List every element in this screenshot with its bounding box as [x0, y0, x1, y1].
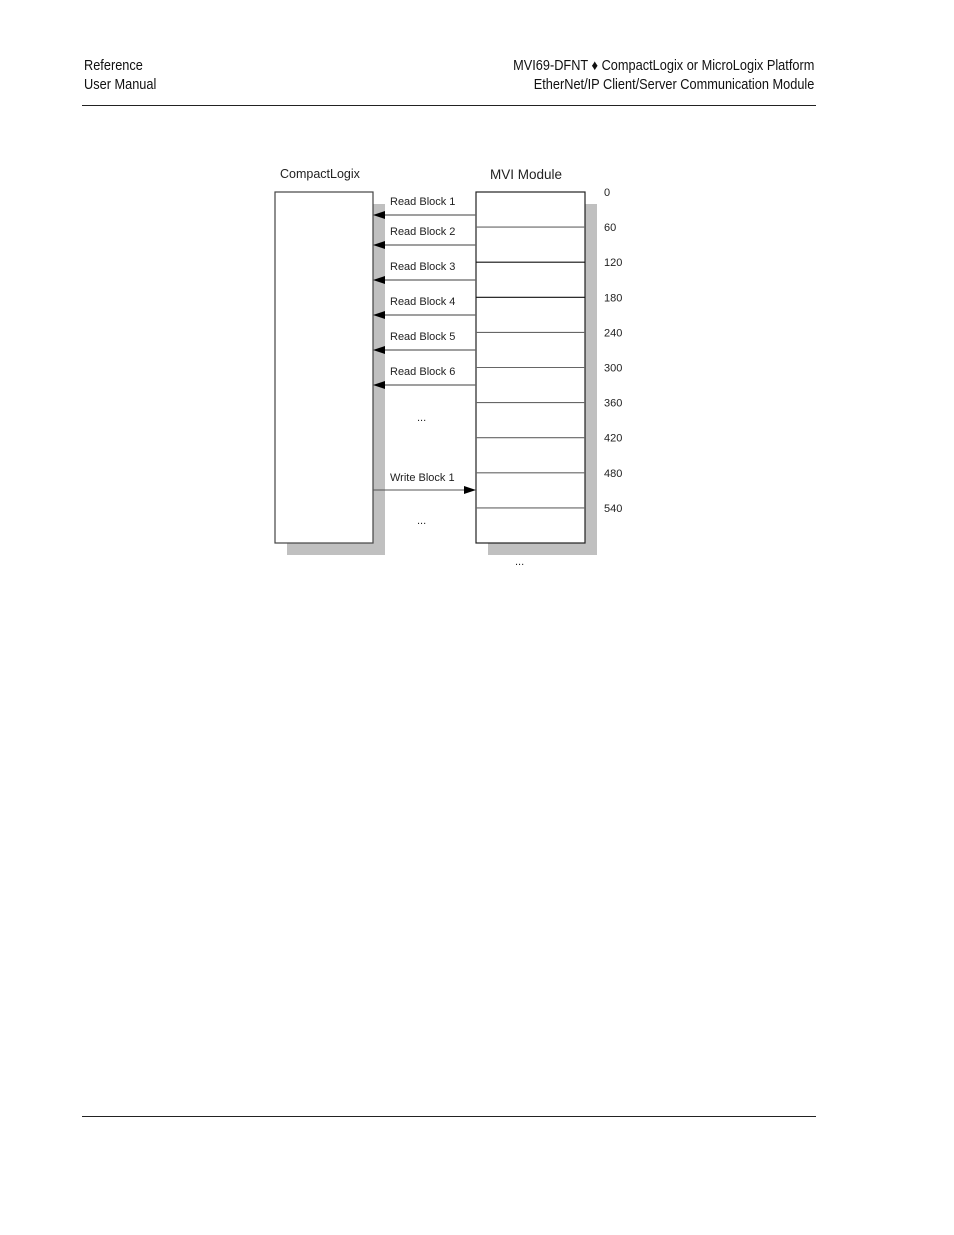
write-arrowhead-icon: [464, 486, 476, 494]
offset-label: 540: [604, 503, 622, 515]
offset-label: 0: [604, 187, 610, 199]
module-ellipsis: ...: [515, 556, 524, 568]
mvi-module-title: MVI Module: [490, 167, 562, 182]
block-transfer-diagram: CompactLogix MVI Module 0 60 120 180 240 300 3…: [274, 167, 622, 568]
read-block-label: Read Block 5: [390, 331, 455, 343]
offset-label: 120: [604, 257, 622, 269]
offset-label: 300: [604, 363, 622, 375]
read-block-label: Read Block 4: [390, 296, 455, 308]
read-block-label: Read Block 6: [390, 366, 455, 378]
read-blocks-ellipsis: ...: [417, 412, 426, 424]
compactlogix-title: CompactLogix: [280, 167, 361, 181]
read-block-label: Read Block 3: [390, 261, 455, 273]
write-blocks-ellipsis: ...: [417, 515, 426, 527]
offset-label: 420: [604, 433, 622, 445]
offset-label: 360: [604, 398, 622, 410]
compactlogix-box: [274, 191, 374, 544]
write-block-label: Write Block 1: [390, 472, 455, 484]
offset-label: 60: [604, 222, 616, 234]
offset-label: 240: [604, 327, 622, 339]
offset-label: 480: [604, 468, 622, 480]
offset-label: 180: [604, 292, 622, 304]
footer-divider: [82, 1116, 816, 1117]
read-block-label: Read Block 2: [390, 226, 455, 238]
read-block-label: Read Block 1: [390, 196, 455, 208]
